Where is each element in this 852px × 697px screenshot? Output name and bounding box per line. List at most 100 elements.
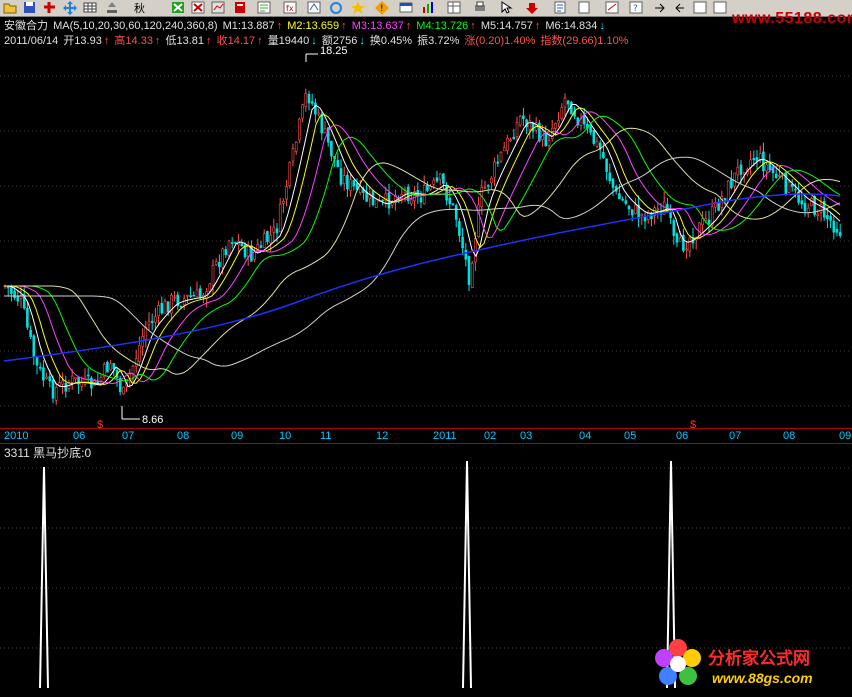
candle-body bbox=[32, 335, 36, 358]
doc2-icon[interactable] bbox=[576, 0, 594, 15]
candle-body bbox=[752, 157, 756, 161]
cursor-icon[interactable] bbox=[498, 0, 516, 15]
candle-body bbox=[285, 186, 288, 200]
candle-body bbox=[730, 179, 733, 189]
chart-icon[interactable] bbox=[210, 0, 228, 15]
grid-icon[interactable] bbox=[82, 0, 100, 15]
candlestick-chart[interactable]: 18.25 8.66 $ $ bbox=[0, 46, 852, 428]
settings-icon[interactable] bbox=[306, 0, 324, 15]
window-icon[interactable]: fx bbox=[282, 0, 300, 15]
candle-body bbox=[298, 118, 301, 141]
candle-body bbox=[42, 367, 45, 381]
up-arrow-icon: ↑ bbox=[341, 20, 347, 32]
candle-body bbox=[826, 215, 829, 220]
time-axis: 2010 06 07 08 09 10 11 12 2011 02 03 04 … bbox=[0, 428, 852, 444]
buy-signal-marker: $ bbox=[690, 419, 696, 428]
candle-body bbox=[518, 116, 522, 126]
candle-body bbox=[621, 198, 624, 201]
candle-body bbox=[109, 363, 112, 371]
candle-body bbox=[339, 168, 343, 185]
candle-body bbox=[672, 220, 676, 236]
candle-body bbox=[566, 100, 570, 105]
candle-body bbox=[448, 197, 452, 205]
candle-body bbox=[112, 363, 116, 370]
candle-body bbox=[275, 228, 279, 234]
svg-text:!: ! bbox=[380, 4, 384, 14]
save-icon[interactable] bbox=[22, 0, 40, 15]
candle-body bbox=[787, 181, 791, 193]
sort-icon[interactable] bbox=[104, 0, 122, 15]
candle-body bbox=[278, 203, 282, 233]
grid2-icon[interactable] bbox=[692, 0, 710, 15]
candle-body bbox=[189, 295, 192, 298]
tools-icon[interactable] bbox=[604, 0, 622, 15]
candle-body bbox=[16, 295, 20, 302]
star-icon[interactable] bbox=[350, 0, 368, 15]
candle-body bbox=[470, 262, 474, 288]
candle-body bbox=[160, 302, 164, 314]
candle-body bbox=[224, 249, 228, 256]
pen-icon[interactable]: 秋 bbox=[132, 0, 150, 15]
candle-body bbox=[346, 174, 349, 190]
chart2-icon[interactable] bbox=[420, 0, 438, 15]
ma-info-line: 安徽合力 MA(5,10,20,30,60,120,240,360,8) M1:… bbox=[4, 17, 607, 33]
doc-icon[interactable] bbox=[232, 0, 250, 15]
window2-icon[interactable] bbox=[398, 0, 416, 15]
candle-body bbox=[477, 204, 480, 238]
arrow-icon[interactable] bbox=[652, 0, 670, 15]
back-icon[interactable] bbox=[672, 0, 690, 15]
candle-body bbox=[675, 233, 679, 243]
candle-body bbox=[451, 203, 455, 206]
down-arrow-icon[interactable] bbox=[524, 0, 542, 15]
candle-body bbox=[179, 305, 183, 308]
candle-body bbox=[310, 101, 314, 104]
moving-average-line bbox=[4, 115, 841, 382]
candle-body bbox=[253, 251, 256, 260]
table-icon[interactable] bbox=[446, 0, 464, 15]
candle-body bbox=[154, 316, 157, 323]
candle-body bbox=[48, 376, 52, 382]
candle-body bbox=[608, 172, 612, 181]
candle-body bbox=[186, 294, 189, 297]
candle-body bbox=[627, 205, 631, 210]
candle-body bbox=[64, 382, 68, 392]
zoom-in-icon[interactable] bbox=[42, 0, 60, 15]
candle-body bbox=[765, 164, 768, 172]
palette-icon[interactable] bbox=[256, 0, 274, 15]
up-arrow-icon: ↑ bbox=[534, 20, 541, 32]
refresh-icon[interactable] bbox=[328, 0, 346, 15]
candle-body bbox=[192, 294, 196, 297]
window3-icon[interactable] bbox=[712, 0, 730, 15]
candle-body bbox=[726, 180, 730, 201]
axis-label: 06 bbox=[676, 430, 689, 442]
candle-body bbox=[531, 123, 535, 132]
candle-body bbox=[589, 126, 592, 133]
candle-body bbox=[554, 123, 557, 129]
candle-body bbox=[806, 207, 810, 213]
candle-body bbox=[323, 128, 327, 134]
axis-label: 09 bbox=[839, 430, 852, 442]
ma-m4: M4:13.726 bbox=[416, 20, 469, 32]
help-icon[interactable]: ? bbox=[628, 0, 646, 15]
candle-body bbox=[291, 148, 295, 162]
warning-icon[interactable]: ! bbox=[374, 0, 392, 15]
candle-body bbox=[522, 115, 525, 119]
ma-m5: M5:14.757 bbox=[480, 20, 533, 32]
candle-body bbox=[138, 345, 141, 362]
move-icon[interactable] bbox=[62, 0, 80, 15]
candle-body bbox=[86, 374, 90, 377]
folder-icon[interactable] bbox=[2, 0, 20, 15]
svg-text:秋: 秋 bbox=[134, 1, 145, 15]
candle-body bbox=[61, 380, 64, 385]
candle-body bbox=[282, 200, 285, 204]
close-icon[interactable] bbox=[170, 0, 188, 15]
ma-m3: M3:13.637 bbox=[351, 20, 404, 32]
candle-body bbox=[688, 237, 692, 252]
candle-body bbox=[208, 283, 212, 292]
delete-icon[interactable] bbox=[190, 0, 208, 15]
print-icon[interactable] bbox=[472, 0, 490, 15]
svg-text:fx: fx bbox=[286, 4, 294, 13]
candle-body bbox=[595, 141, 599, 147]
memo-icon[interactable] bbox=[552, 0, 570, 15]
candle-body bbox=[515, 122, 519, 137]
